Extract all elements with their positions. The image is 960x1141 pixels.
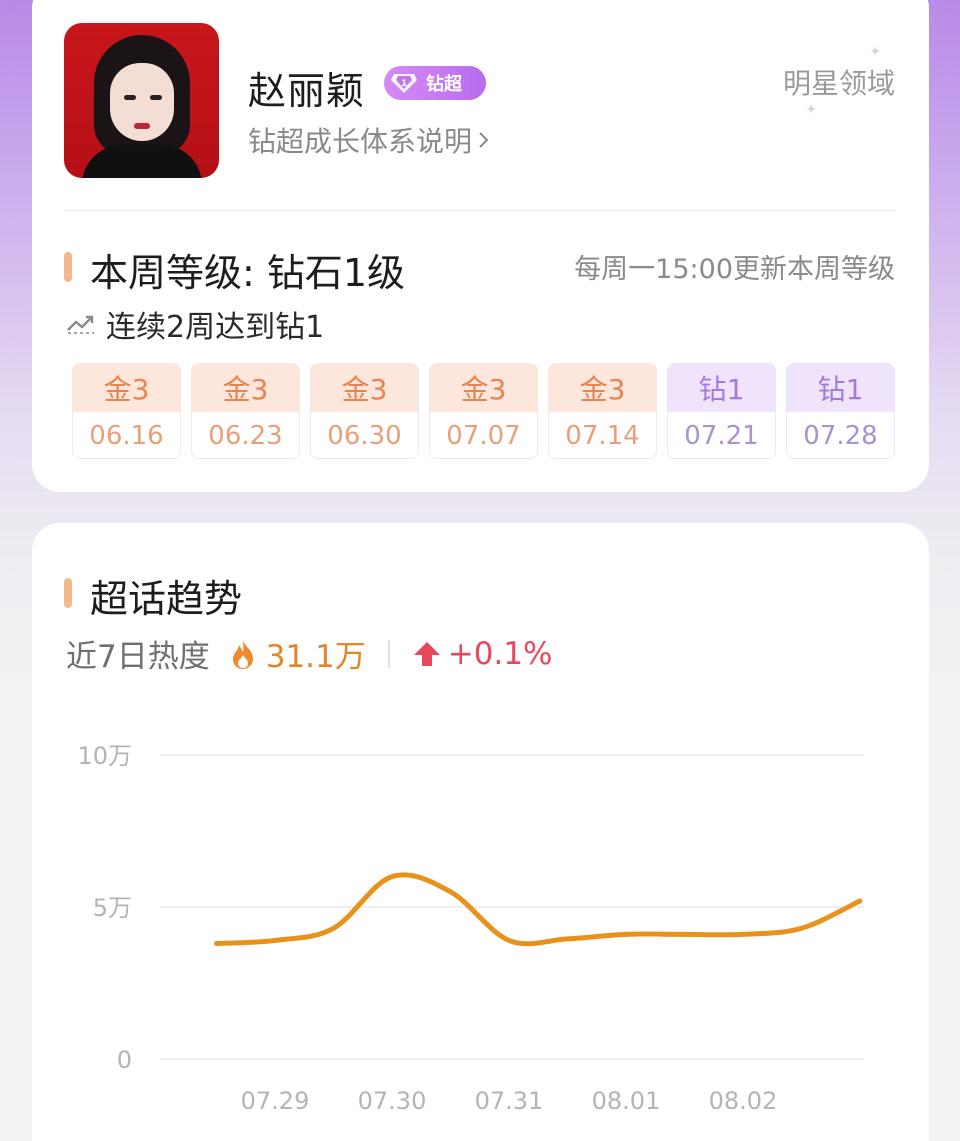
week-level-tile: 金3 06.23 xyxy=(191,363,300,459)
update-note: 每周一15:00更新本周等级 xyxy=(574,254,895,285)
x-tick-label: 07.30 xyxy=(358,1087,427,1115)
profile-card: 赵丽颖 1 钻超 钻超成长体系说明 明星领域 ✦ ✦ 本周等级: 钻石1级 每周… xyxy=(32,0,929,492)
trend-card: 超话趋势 近7日热度 31.1万 +0.1% 10万 5万 0 07.29 07.30 0… xyxy=(32,523,929,1141)
x-tick-label: 08.02 xyxy=(709,1087,778,1115)
streak-row: 连续2周达到钻1 xyxy=(66,302,324,346)
week-level: 钻1 xyxy=(787,364,894,412)
week-level-tile: 金3 07.14 xyxy=(548,363,657,459)
week-level: 金3 xyxy=(549,364,656,412)
week-level: 金3 xyxy=(430,364,537,412)
svg-text:1: 1 xyxy=(401,79,407,89)
heat-trend-chart: 10万 5万 0 07.29 07.30 07.31 08.01 08.02 xyxy=(77,742,864,1115)
y-tick-label: 10万 xyxy=(77,742,132,770)
week-date: 06.30 xyxy=(311,412,418,458)
y-tick-label: 0 xyxy=(117,1046,132,1074)
weekly-level-history: 金3 06.16 金3 06.23 金3 06.30 金3 07.07 金3 07.14 钻1 07.… xyxy=(72,363,895,459)
week-date: 07.07 xyxy=(430,412,537,458)
domain-label[interactable]: 明星领域 xyxy=(783,62,895,102)
week-level-tile: 金3 06.16 xyxy=(72,363,181,459)
week-level-tile: 钻1 07.21 xyxy=(667,363,776,459)
growth-link-label: 钻超成长体系说明 xyxy=(248,125,473,158)
week-date: 06.23 xyxy=(192,412,299,458)
avatar[interactable] xyxy=(64,23,219,178)
x-tick-label: 07.29 xyxy=(241,1087,310,1115)
y-tick-label: 5万 xyxy=(93,894,132,922)
section-accent-bar xyxy=(64,252,72,282)
growth-system-link[interactable]: 钻超成长体系说明 xyxy=(248,120,490,160)
sparkle-icon: ✦ xyxy=(869,44,881,60)
heat-series-line xyxy=(214,872,863,947)
streak-text: 连续2周达到钻1 xyxy=(106,310,325,345)
week-level: 金3 xyxy=(73,364,180,412)
x-tick-label: 08.01 xyxy=(592,1087,661,1115)
sparkle-icon: ✦ xyxy=(805,102,817,118)
week-date: 06.16 xyxy=(73,412,180,458)
badge-label: 钻超 xyxy=(426,74,462,95)
weekly-level-title: 本周等级: 钻石1级 xyxy=(90,251,406,295)
week-level: 钻1 xyxy=(668,364,775,412)
divider xyxy=(64,210,897,211)
week-level-tile: 钻1 07.28 xyxy=(786,363,895,459)
week-level-tile: 金3 06.30 xyxy=(310,363,419,459)
chevron-right-icon xyxy=(478,124,490,157)
diamond-badge[interactable]: 1 钻超 xyxy=(384,66,486,100)
celebrity-name: 赵丽颖 xyxy=(248,69,366,113)
week-date: 07.28 xyxy=(787,412,894,458)
week-level: 金3 xyxy=(192,364,299,412)
week-level: 金3 xyxy=(311,364,418,412)
week-date: 07.14 xyxy=(549,412,656,458)
trend-up-icon xyxy=(66,307,96,342)
week-level-tile: 金3 07.07 xyxy=(429,363,538,459)
x-tick-label: 07.31 xyxy=(475,1087,544,1115)
diamond-icon: 1 xyxy=(384,66,424,100)
week-date: 07.21 xyxy=(668,412,775,458)
